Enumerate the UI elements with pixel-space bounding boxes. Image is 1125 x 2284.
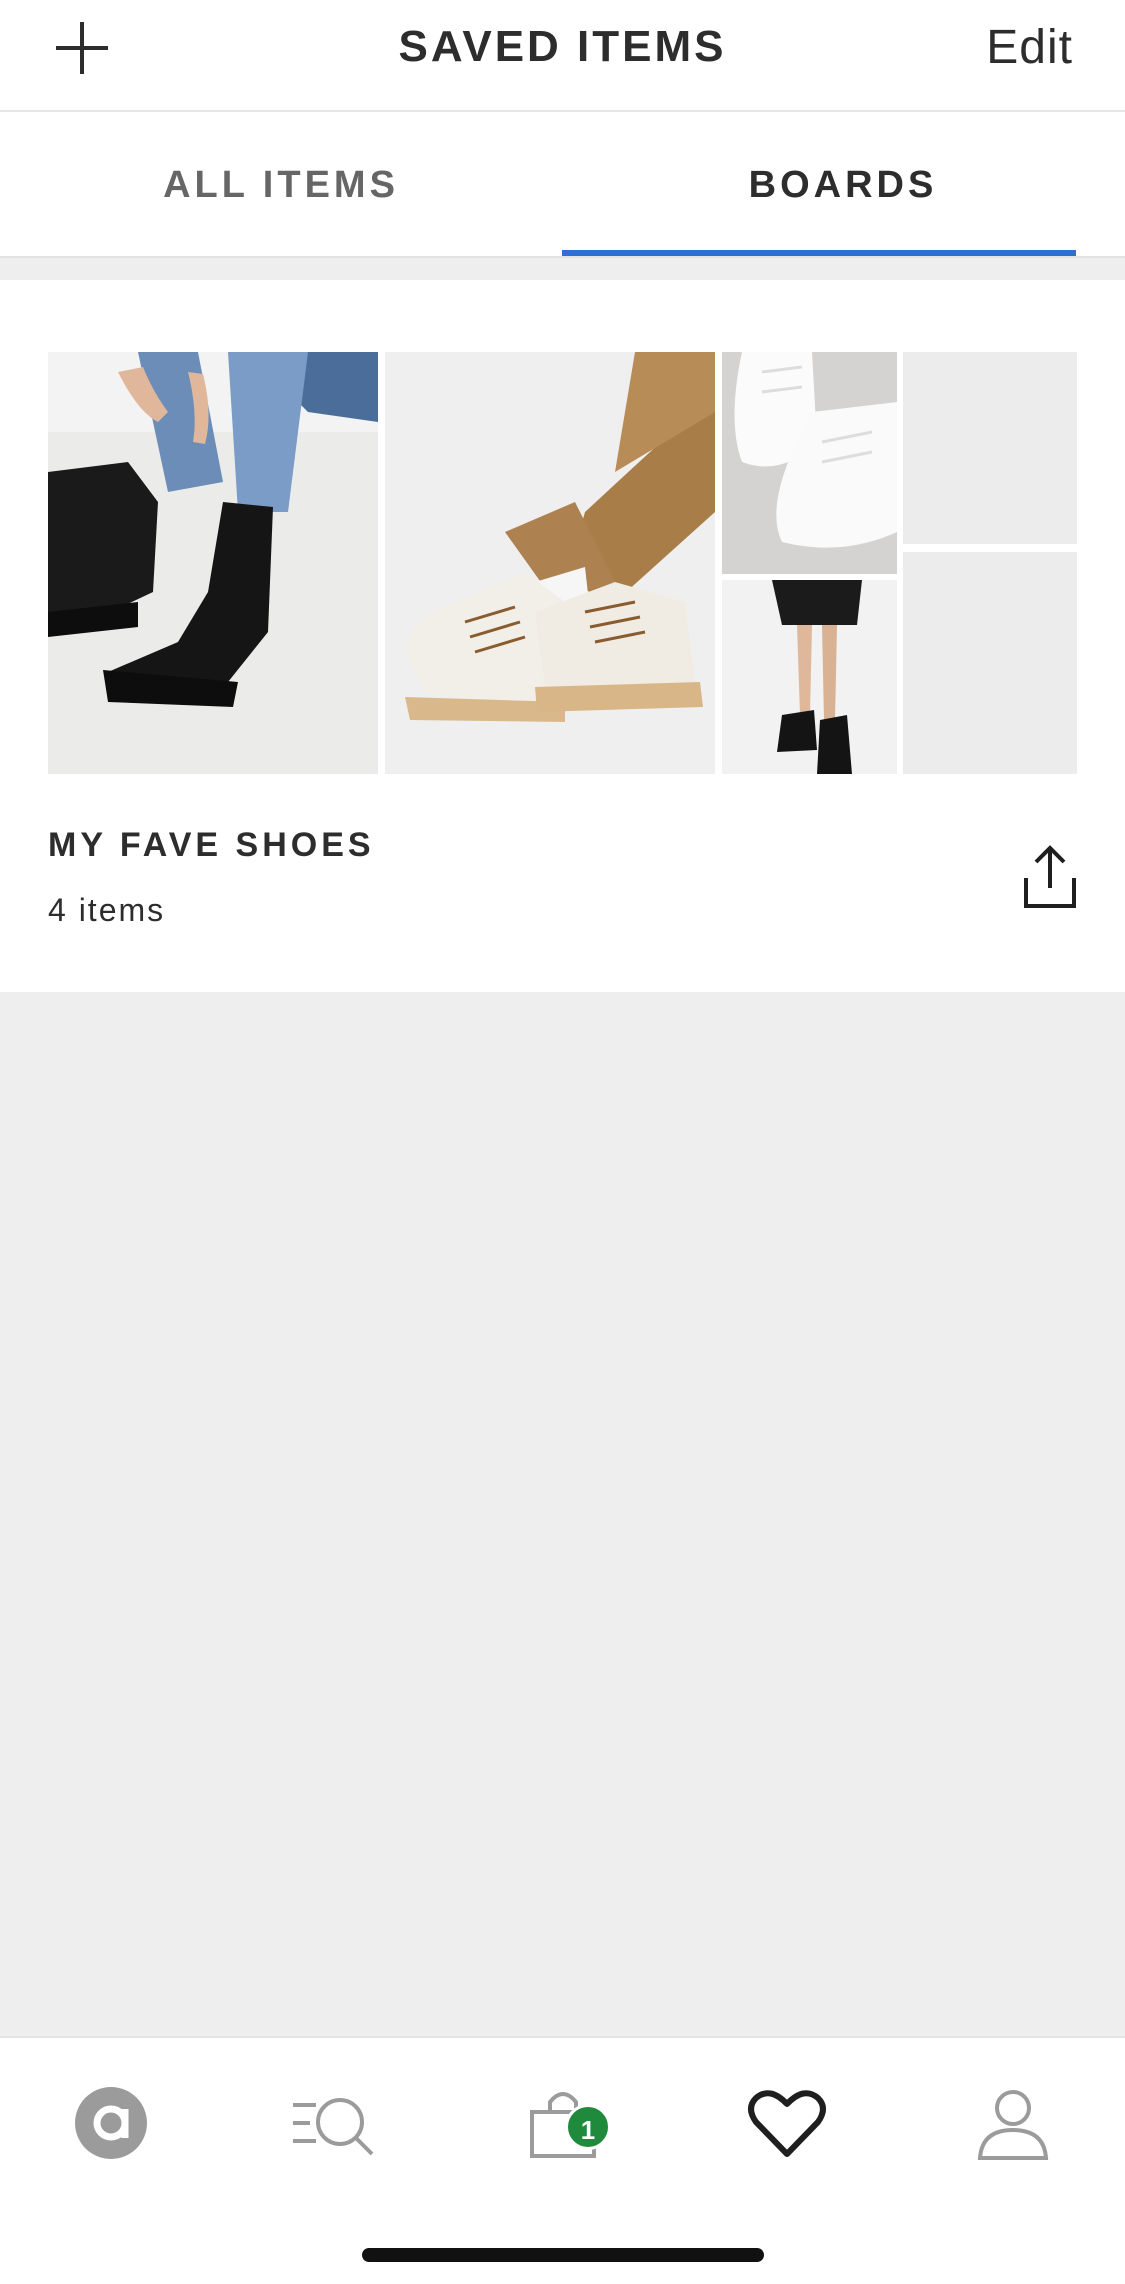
home-indicator — [362, 2248, 764, 2262]
share-icon[interactable] — [1020, 842, 1080, 912]
empty-placeholder — [903, 352, 1077, 544]
heart-icon[interactable] — [742, 2078, 832, 2168]
tab-bar: ALL ITEMS BOARDS — [0, 114, 1125, 256]
asos-logo-icon[interactable] — [66, 2078, 156, 2168]
board-card[interactable]: MY FAVE SHOES 4 items — [0, 280, 1125, 992]
black-chelsea-boots-photo — [48, 352, 378, 774]
white-sneakers-photo — [722, 352, 897, 574]
tab-boards[interactable]: BOARDS — [562, 114, 1124, 256]
edit-button[interactable]: Edit — [986, 20, 1073, 75]
page-title: SAVED ITEMS — [398, 22, 727, 71]
board-name: MY FAVE SHOES — [48, 826, 375, 864]
user-icon[interactable] — [968, 2078, 1058, 2168]
divider — [0, 256, 1125, 280]
bag-count-badge: 1 — [565, 2104, 611, 2150]
board-item-count: 4 items — [48, 892, 166, 928]
empty-placeholder — [903, 552, 1077, 774]
white-hiker-boots-photo — [385, 352, 715, 774]
header: SAVED ITEMS Edit — [0, 0, 1125, 112]
search-icon[interactable] — [290, 2078, 380, 2168]
tab-all-items[interactable]: ALL ITEMS — [0, 114, 562, 256]
bottom-nav: 1 — [0, 2036, 1125, 2284]
content-background — [0, 992, 1125, 2036]
black-lace-up-boots-photo — [722, 580, 897, 774]
